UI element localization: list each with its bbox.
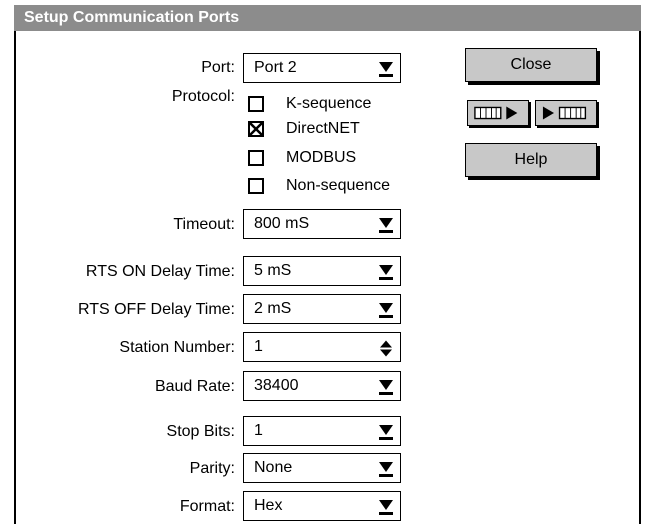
checkbox-unchecked-icon[interactable] (248, 178, 264, 194)
rts-off-delay-value: 2 mS (254, 300, 292, 317)
stop-bits-value: 1 (254, 422, 263, 439)
help-button[interactable]: Help (465, 143, 597, 177)
protocol-label: Protocol: (171, 88, 235, 105)
parity-value: None (254, 459, 293, 476)
protocol-option-label: MODBUS (286, 149, 357, 166)
port-dropdown[interactable]: Port 2 (243, 53, 401, 83)
chevron-down-icon (379, 462, 393, 477)
stop-bits-label: Stop Bits: (166, 423, 235, 440)
chevron-down-icon (379, 62, 393, 77)
parity-dropdown[interactable]: None (243, 453, 401, 483)
protocol-option-label: K-sequence (286, 95, 372, 112)
checkbox-unchecked-icon[interactable] (248, 150, 264, 166)
pc-to-plc-icon (542, 106, 587, 120)
timeout-value: 800 mS (254, 215, 310, 232)
rts-off-delay-dropdown[interactable]: 2 mS (243, 294, 401, 324)
dialog-frame-right (639, 31, 641, 524)
chevron-down-icon (379, 218, 393, 233)
rts-on-delay-dropdown[interactable]: 5 mS (243, 256, 401, 286)
spinner-up-down-icon[interactable] (378, 338, 394, 358)
baud-rate-label: Baud Rate: (154, 378, 235, 395)
format-label: Format: (179, 498, 235, 515)
rts-on-delay-label: RTS ON Delay Time: (85, 263, 235, 280)
baud-rate-value: 38400 (254, 377, 299, 394)
chevron-down-icon (379, 425, 393, 440)
close-button[interactable]: Close (465, 48, 597, 82)
dialog-frame-left (14, 31, 16, 524)
protocol-option-label: Non-sequence (286, 177, 391, 194)
checkbox-unchecked-icon[interactable] (248, 96, 264, 112)
chevron-down-icon (379, 265, 393, 280)
station-number-spinner[interactable]: 1 (243, 332, 401, 362)
station-number-value: 1 (254, 338, 263, 355)
timeout-dropdown[interactable]: 800 mS (243, 209, 401, 239)
chevron-down-icon (379, 303, 393, 318)
station-number-label: Station Number: (119, 339, 235, 356)
checkbox-checked-icon[interactable] (248, 121, 264, 137)
chevron-down-icon (379, 500, 393, 515)
port-label: Port: (201, 59, 235, 76)
rts-on-delay-value: 5 mS (254, 262, 292, 279)
baud-rate-dropdown[interactable]: 38400 (243, 371, 401, 401)
rts-off-delay-label: RTS OFF Delay Time: (77, 301, 235, 318)
read-from-plc-button[interactable] (467, 100, 529, 126)
format-dropdown[interactable]: Hex (243, 491, 401, 521)
stop-bits-dropdown[interactable]: 1 (243, 416, 401, 446)
format-value: Hex (254, 497, 283, 514)
setup-communication-ports-dialog: Setup Communication Ports Port: Port 2 P… (0, 0, 645, 524)
dialog-title: Setup Communication Ports (14, 5, 641, 31)
plc-to-pc-icon (474, 106, 518, 120)
timeout-label: Timeout: (173, 216, 235, 233)
port-value: Port 2 (254, 59, 297, 76)
chevron-down-icon (379, 380, 393, 395)
write-to-plc-button[interactable] (535, 100, 597, 126)
protocol-option-label: DirectNET (286, 120, 360, 137)
parity-label: Parity: (189, 460, 235, 477)
